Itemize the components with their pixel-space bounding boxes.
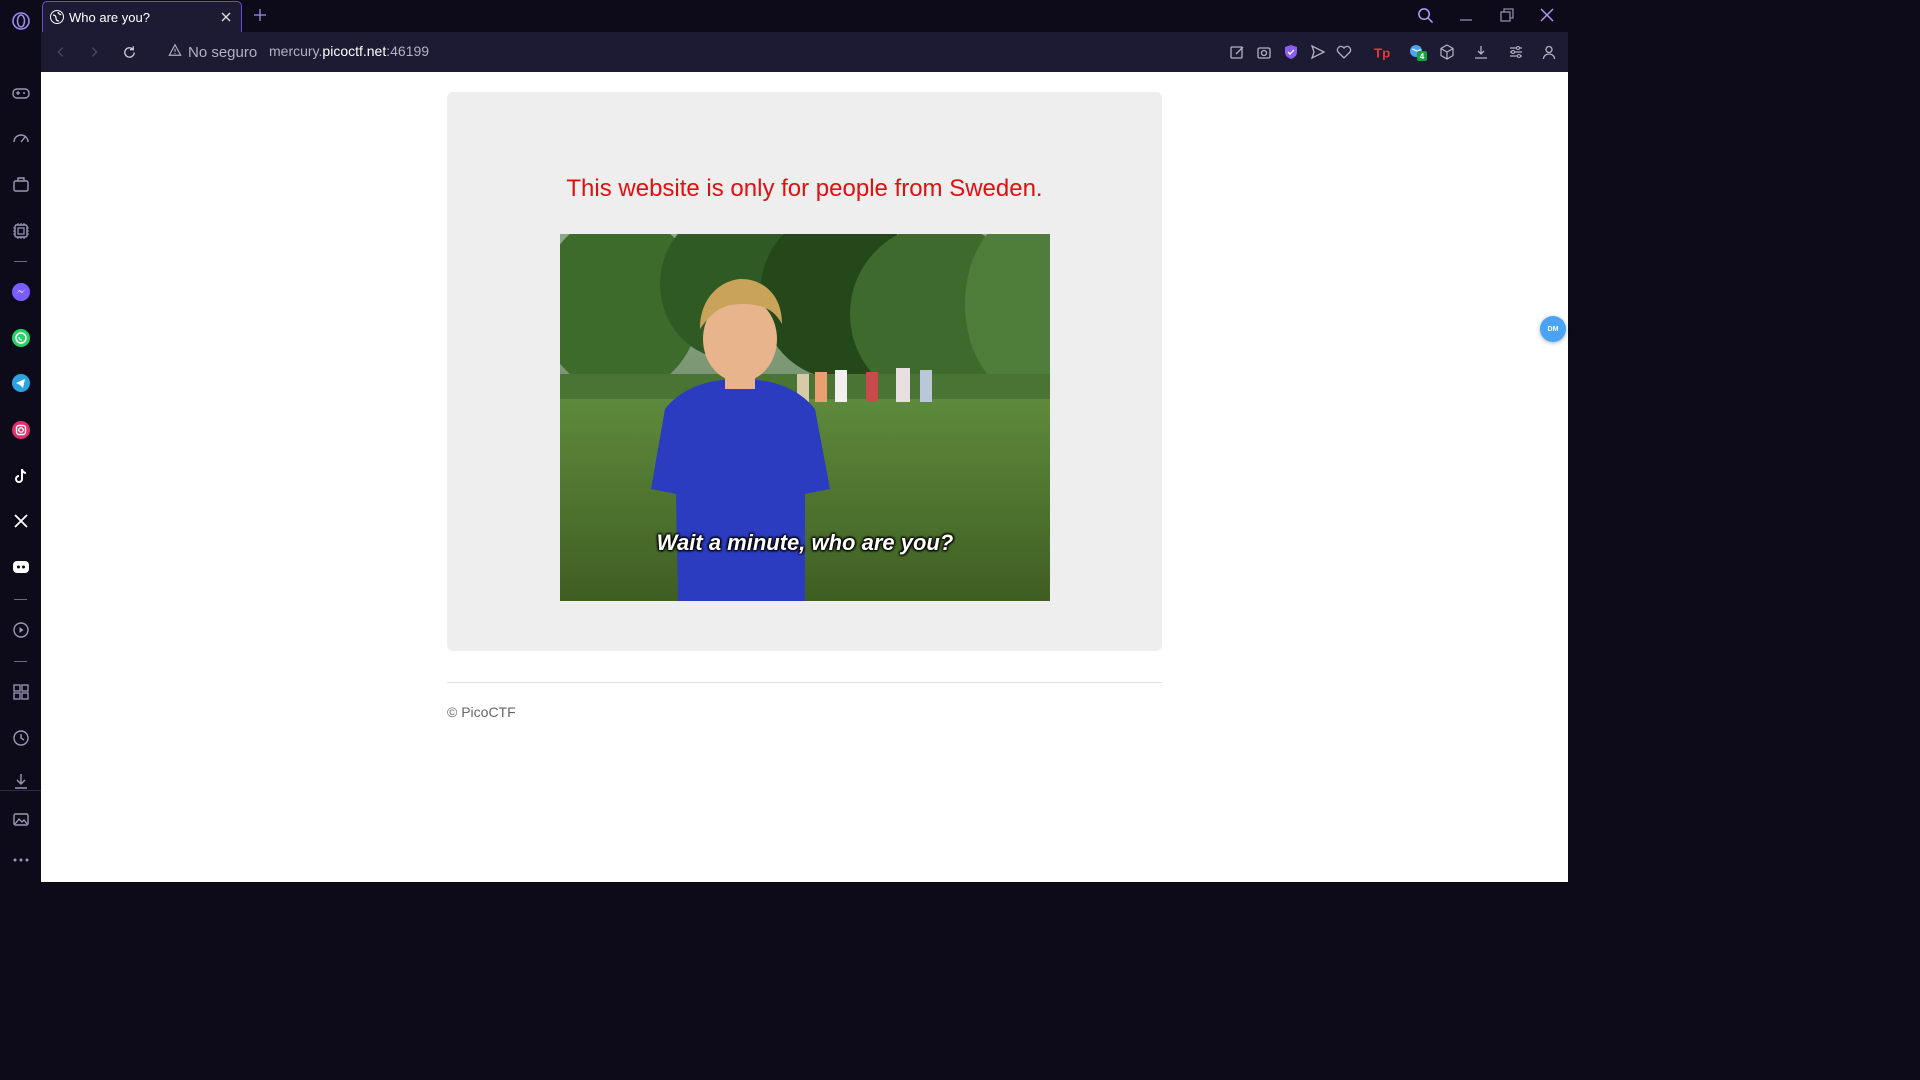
url-field[interactable]: mercury.picoctf.net:46199	[269, 43, 429, 59]
extension-badge: 4	[1417, 51, 1427, 61]
download-icon[interactable]	[1470, 41, 1492, 63]
warning-icon	[168, 43, 182, 62]
messenger-icon[interactable]	[0, 277, 41, 307]
telegram-icon[interactable]	[0, 368, 41, 398]
minimize-icon[interactable]	[1451, 2, 1481, 28]
new-tab-icon[interactable]	[249, 4, 271, 26]
cube-icon[interactable]	[1436, 41, 1458, 63]
speed-dial-icon[interactable]	[0, 123, 41, 153]
downloads-icon[interactable]	[0, 766, 41, 796]
gallery-icon[interactable]	[0, 804, 41, 834]
globe-icon	[50, 10, 64, 24]
forward-icon[interactable]	[82, 40, 106, 64]
search-icon[interactable]	[1410, 2, 1440, 28]
meme-caption: Wait a minute, who are you?	[656, 530, 954, 555]
svg-text:Tp: Tp	[1374, 45, 1390, 60]
sidebar-separator	[0, 790, 41, 791]
opera-logo-icon[interactable]	[0, 6, 41, 36]
apps-icon[interactable]	[0, 677, 41, 707]
instagram-icon[interactable]	[0, 415, 41, 445]
back-icon[interactable]	[49, 40, 73, 64]
x-icon[interactable]	[0, 506, 41, 536]
title-bar: Who are you?	[41, 0, 1568, 32]
tp-extension-icon[interactable]: Tp	[1371, 41, 1393, 63]
reload-icon[interactable]	[117, 40, 141, 64]
heart-icon[interactable]	[1333, 41, 1355, 63]
url-domain: picoctf.net	[322, 43, 387, 59]
more-icon[interactable]	[0, 845, 41, 875]
floating-extension-badge[interactable]: DM	[1540, 316, 1566, 342]
tiktok-icon[interactable]	[0, 461, 41, 491]
camera-icon[interactable]	[1253, 41, 1275, 63]
sidebar-separator	[14, 661, 27, 662]
restore-icon[interactable]	[1492, 2, 1522, 28]
send-icon[interactable]	[1307, 41, 1329, 63]
security-label: No seguro	[188, 43, 258, 61]
sidebar	[0, 0, 41, 882]
address-bar: No seguro mercury.picoctf.net:46199 Tp 4	[41, 32, 1568, 72]
close-window-icon[interactable]	[1532, 2, 1562, 28]
discord-icon[interactable]	[0, 552, 41, 582]
url-subdomain: mercury.	[269, 43, 323, 59]
content-card: This website is only for people from Swe…	[447, 92, 1162, 651]
player-icon[interactable]	[0, 615, 41, 645]
whatsapp-icon[interactable]	[0, 323, 41, 353]
page-headline: This website is only for people from Swe…	[566, 175, 1043, 202]
page-viewport: This website is only for people from Swe…	[41, 72, 1568, 882]
easy-setup-icon[interactable]	[1505, 41, 1527, 63]
gamepad-icon[interactable]	[0, 78, 41, 108]
footer-copyright: © PicoCTF	[447, 704, 516, 720]
browser-window: Who are you? No seguro mercury.picoctf.n…	[0, 0, 1568, 882]
sidebar-separator	[14, 599, 27, 600]
close-tab-icon[interactable]	[215, 6, 237, 28]
history-icon[interactable]	[0, 723, 41, 753]
url-port: :46199	[386, 43, 430, 59]
sidebar-separator	[14, 261, 27, 262]
profile-icon[interactable]	[1538, 41, 1560, 63]
meme-image: Wait a minute, who are you?	[560, 234, 1050, 601]
footer-divider	[447, 682, 1162, 683]
briefcase-icon[interactable]	[0, 169, 41, 199]
globe-extension-icon[interactable]: 4	[1405, 41, 1427, 63]
vpn-shield-icon[interactable]	[1280, 41, 1302, 63]
edit-icon[interactable]	[1226, 41, 1248, 63]
tab-who-are-you[interactable]: Who are you?	[42, 1, 242, 32]
tab-title: Who are you?	[69, 9, 150, 25]
chip-icon[interactable]	[0, 216, 41, 246]
security-indicator[interactable]: No seguro	[168, 42, 257, 62]
